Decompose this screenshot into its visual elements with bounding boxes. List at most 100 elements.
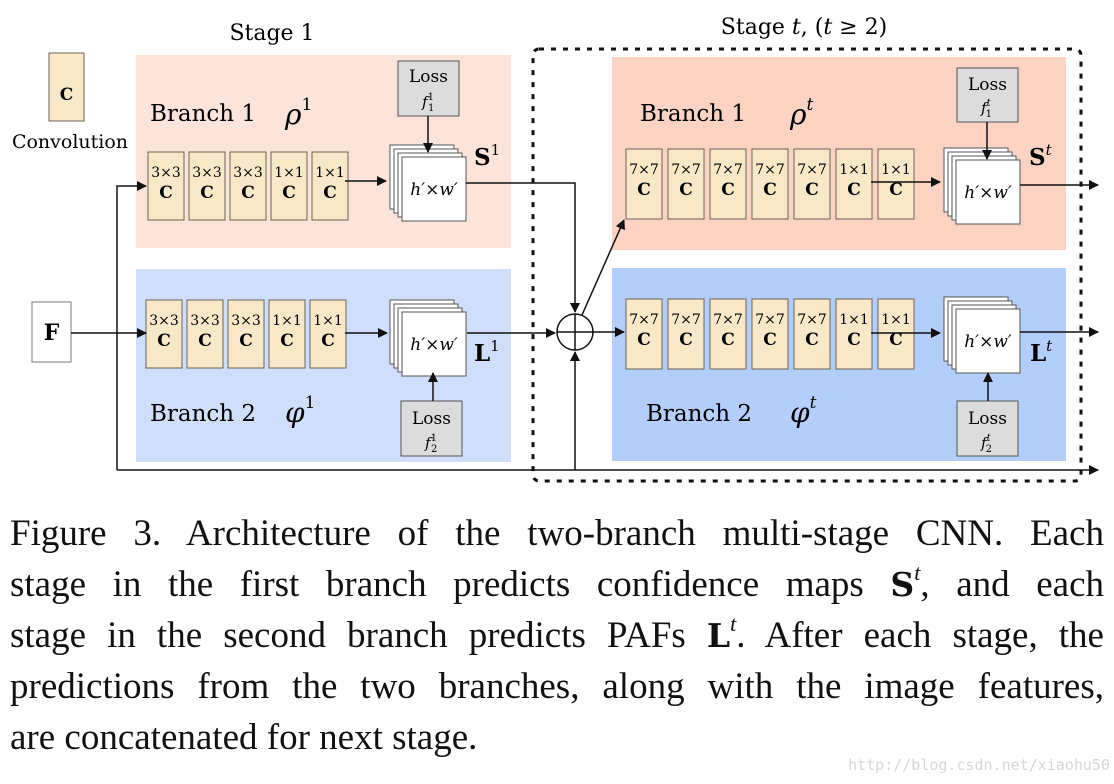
stage1-branch2-conv-layer: 1×1 C bbox=[309, 299, 347, 369]
stage1-branch2-conv-layers: 3×3 C 3×3 C 3×3 C 1×1 C 1×1 C bbox=[145, 299, 347, 369]
stage1-branch2-conv-layer: 3×3 C bbox=[186, 299, 224, 369]
stage1-branch2-conv-layer: 1×1 C bbox=[268, 299, 306, 369]
svg-text:ft1: ft 1 bbox=[980, 98, 992, 120]
conv-symbol: C bbox=[889, 180, 903, 200]
kernel-size-label: 1×1 bbox=[313, 313, 343, 329]
stageT-branch1-conv-layer: 7×7 C bbox=[709, 148, 747, 220]
kernel-size-label: 1×1 bbox=[839, 312, 869, 328]
stageT-branch2-conv-layer: 7×7 C bbox=[751, 298, 789, 370]
kernel-size-label: 3×3 bbox=[233, 165, 263, 181]
conv-symbol: C bbox=[721, 180, 735, 200]
stageT-branch2-label: Branch 2 bbox=[646, 401, 752, 427]
stageT-branch2-conv-layer: 7×7 C bbox=[793, 298, 831, 370]
stageT-branch2-conv-layer: 7×7 C bbox=[625, 298, 663, 370]
stageT-title: Stage t, (t ≥ 2) bbox=[721, 15, 887, 40]
conv-symbol: C bbox=[239, 331, 253, 351]
conv-symbol: C bbox=[198, 331, 212, 351]
kernel-size-label: 7×7 bbox=[629, 162, 659, 178]
stage1-branch1-conv-layers: 3×3 C 3×3 C 3×3 C 1×1 C 1×1 C bbox=[147, 151, 349, 221]
figure-caption: Figure 3. Architecture of the two-branch… bbox=[10, 508, 1104, 763]
stageT-branch1-map-size-label: h′×w′ bbox=[964, 183, 1012, 203]
stageT-branch2-conv-layers: 7×7C7×7C7×7C7×7C7×7C1×1C1×1C bbox=[625, 298, 915, 370]
kernel-size-label: 3×3 bbox=[149, 313, 179, 329]
kernel-size-label: 7×7 bbox=[629, 312, 659, 328]
conv-symbol: C bbox=[280, 331, 294, 351]
stageT-branch2-conv-layer: 1×1 C bbox=[835, 298, 873, 370]
kernel-size-label: 7×7 bbox=[671, 312, 701, 328]
kernel-size-label: 1×1 bbox=[315, 165, 345, 181]
kernel-size-label: 3×3 bbox=[190, 313, 220, 329]
watermark-url: http://blog.csdn.net/xiaohu50 bbox=[848, 756, 1110, 774]
stageT-branch1-loss: Loss ft 1 bbox=[956, 67, 1019, 123]
stageT-branch2-conv-layer: 1×1C bbox=[877, 298, 915, 370]
conv-symbol: C bbox=[200, 183, 214, 203]
caption-line-4: predictions from the two branches, along… bbox=[10, 666, 1104, 707]
stageT-branch2-conv-layer: 7×7 C bbox=[709, 298, 747, 370]
stage1-branch2-output-map: h′×w′ bbox=[389, 299, 467, 377]
input-features-F: F bbox=[31, 301, 72, 363]
caption-line-2: stage in the first branch predicts confi… bbox=[10, 560, 1104, 606]
svg-text:f12: f1 2 bbox=[424, 433, 437, 455]
stageT-branch1-conv-layer: 7×7 C bbox=[667, 148, 705, 220]
stage1-branch1-conv-layer: 1×1 C bbox=[311, 151, 349, 221]
legend-conv-label: Convolution bbox=[12, 131, 128, 153]
kernel-size-label: 1×1 bbox=[272, 313, 302, 329]
conv-symbol: C bbox=[763, 180, 777, 200]
stage1-title: Stage 1 bbox=[229, 21, 314, 46]
kernel-size-label: 1×1 bbox=[881, 312, 911, 328]
kernel-size-label: 1×1 bbox=[274, 165, 304, 181]
svg-text:Loss: Loss bbox=[409, 67, 448, 87]
stageT-branch1-conv-layers: 7×7 C 7×7 C 7×7 C 7×7 C 7×7 C 1×1 C 1×1 C bbox=[625, 148, 915, 220]
conv-symbol: C bbox=[847, 180, 861, 200]
stage1-branch2-conv-layer: 3×3 C bbox=[145, 299, 183, 369]
kernel-size-label: 7×7 bbox=[797, 312, 827, 328]
conv-symbol: C bbox=[679, 180, 693, 200]
conv-symbol: C bbox=[721, 330, 735, 350]
stage1-branch2-label: Branch 2 bbox=[150, 401, 256, 427]
legend-conv-symbol: C bbox=[60, 85, 74, 105]
kernel-size-label: 7×7 bbox=[755, 162, 785, 178]
kernel-size-label: 3×3 bbox=[192, 165, 222, 181]
conv-symbol: C bbox=[321, 331, 335, 351]
svg-text:F: F bbox=[44, 320, 60, 346]
legend-convolution: C Convolution bbox=[12, 52, 128, 153]
kernel-size-label: 7×7 bbox=[671, 162, 701, 178]
stageT-branch1-conv-layer: 7×7 C bbox=[625, 148, 663, 220]
architecture-diagram: Stage 1 Stage t, (t ≥ 2) C Convolution B… bbox=[12, 15, 1099, 483]
stageT-branch2-conv-layer: 7×7 C bbox=[667, 298, 705, 370]
conv-symbol: C bbox=[159, 183, 173, 203]
stage1-branch1-conv-layer: 3×3 C bbox=[147, 151, 185, 221]
kernel-size-label: 1×1 bbox=[881, 162, 911, 178]
kernel-size-label: 3×3 bbox=[151, 165, 181, 181]
stage1-branch1-output-map: h′×w′ bbox=[389, 144, 467, 222]
stage1-branch2-conv-layer: 3×3 C bbox=[227, 299, 265, 369]
svg-text:ft2: ft 2 bbox=[980, 433, 992, 455]
conv-symbol: C bbox=[847, 330, 861, 350]
conv-symbol: C bbox=[241, 183, 255, 203]
stage1-branch1-loss: Loss f1 1 bbox=[397, 60, 460, 117]
kernel-size-label: 1×1 bbox=[839, 162, 869, 178]
stage1-branch1-map-size-label: h′×w′ bbox=[410, 180, 458, 200]
svg-text:Loss: Loss bbox=[412, 409, 451, 429]
kernel-size-label: 7×7 bbox=[755, 312, 785, 328]
caption-line-1: Figure 3. Architecture of the two-branch… bbox=[10, 513, 1104, 554]
conv-symbol: C bbox=[157, 331, 171, 351]
conv-symbol: C bbox=[805, 180, 819, 200]
conv-symbol: C bbox=[679, 330, 693, 350]
stageT-branch2-output-map: h′×w′ bbox=[943, 296, 1021, 374]
stageT-branch1-conv-layer: 1×1 C bbox=[835, 148, 873, 220]
stageT-branch1-label: Branch 1 bbox=[640, 101, 746, 127]
stage1-branch2-loss: Loss f1 2 bbox=[400, 400, 463, 457]
svg-text:f11: f1 1 bbox=[421, 92, 434, 114]
kernel-size-label: 3×3 bbox=[231, 313, 261, 329]
stage1-branch2-map-size-label: h′×w′ bbox=[410, 335, 458, 355]
concat-node-icon bbox=[556, 313, 594, 351]
stageT-branch1-conv-layer: 1×1 C bbox=[877, 148, 915, 220]
kernel-size-label: 7×7 bbox=[713, 312, 743, 328]
stageT-branch2-loss: Loss ft 2 bbox=[956, 400, 1019, 457]
svg-text:Loss: Loss bbox=[968, 409, 1007, 429]
stageT-branch1-conv-layer: 7×7 C bbox=[751, 148, 789, 220]
caption-line-3: stage in the second branch predicts PAFs… bbox=[10, 611, 1104, 657]
conv-symbol: C bbox=[805, 330, 819, 350]
kernel-size-label: 7×7 bbox=[713, 162, 743, 178]
